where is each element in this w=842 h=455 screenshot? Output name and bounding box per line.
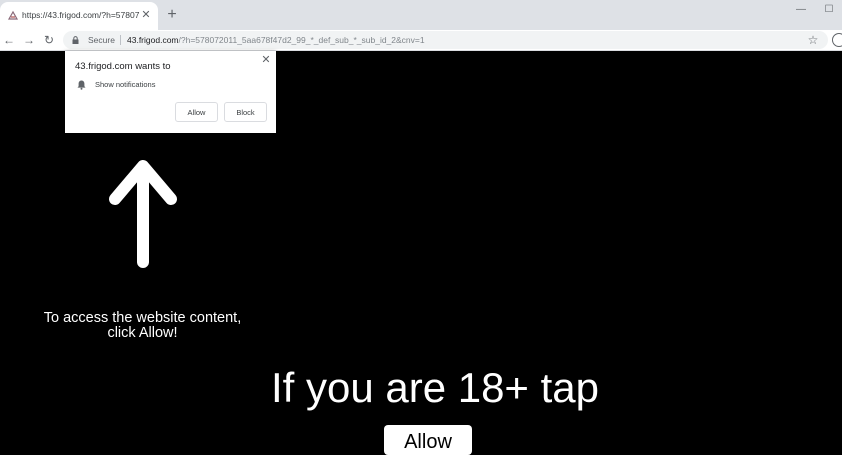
popup-title: 43.frigod.com wants to	[75, 61, 171, 72]
tab-strip: https://43.frigod.com/?h=57807... ✕ + — …	[0, 0, 842, 30]
url-host: 43.frigod.com	[127, 35, 179, 45]
url-text: 43.frigod.com/?h=578072011_5aa678f47d2_9…	[127, 35, 425, 45]
popup-block-button[interactable]: Block	[224, 102, 267, 122]
bookmark-star-icon[interactable]: ☆	[805, 31, 821, 49]
instruction-line-2: click Allow!	[107, 325, 178, 341]
instruction-line-1: To access the website content,	[43, 310, 242, 326]
forward-button[interactable]: →	[20, 31, 38, 49]
popup-close-icon[interactable]: ✕	[259, 53, 273, 67]
lock-icon	[72, 36, 79, 44]
address-bar[interactable]: Secure 43.frigod.com/?h=578072011_5aa678…	[63, 31, 828, 49]
secure-label: Secure	[88, 35, 115, 45]
minimize-button[interactable]: —	[790, 2, 812, 18]
site-favicon-icon	[7, 10, 19, 20]
bell-icon	[77, 80, 86, 90]
show-notifications-label: Show notifications	[95, 80, 156, 89]
browser-tab[interactable]: https://43.frigod.com/?h=57807... ✕	[0, 2, 158, 30]
reload-button[interactable]: ↻	[40, 31, 58, 49]
popup-allow-button[interactable]: Allow	[175, 102, 218, 122]
back-button[interactable]: ←	[0, 31, 18, 49]
browser-toolbar: ← → ↻ Secure 43.frigod.com/?h=578072011_…	[0, 30, 842, 51]
instruction-text: To access the website content, click All…	[20, 311, 265, 341]
page-allow-button[interactable]: Allow	[384, 425, 472, 455]
url-path: /?h=578072011_5aa678f47d2_99_*_def_sub_*…	[178, 35, 425, 45]
omnibox-divider	[120, 35, 121, 45]
tab-title: https://43.frigod.com/?h=57807...	[22, 10, 140, 20]
maximize-button[interactable]: ☐	[818, 2, 840, 18]
new-tab-button[interactable]: +	[164, 5, 180, 25]
profile-avatar-icon[interactable]	[832, 33, 842, 47]
up-arrow-icon	[109, 160, 177, 268]
notification-permission-popup: 43.frigod.com wants to ✕ Show notificati…	[65, 51, 276, 133]
age-headline: If you are 18+ tap	[270, 364, 600, 411]
tab-close-icon[interactable]: ✕	[140, 9, 152, 21]
